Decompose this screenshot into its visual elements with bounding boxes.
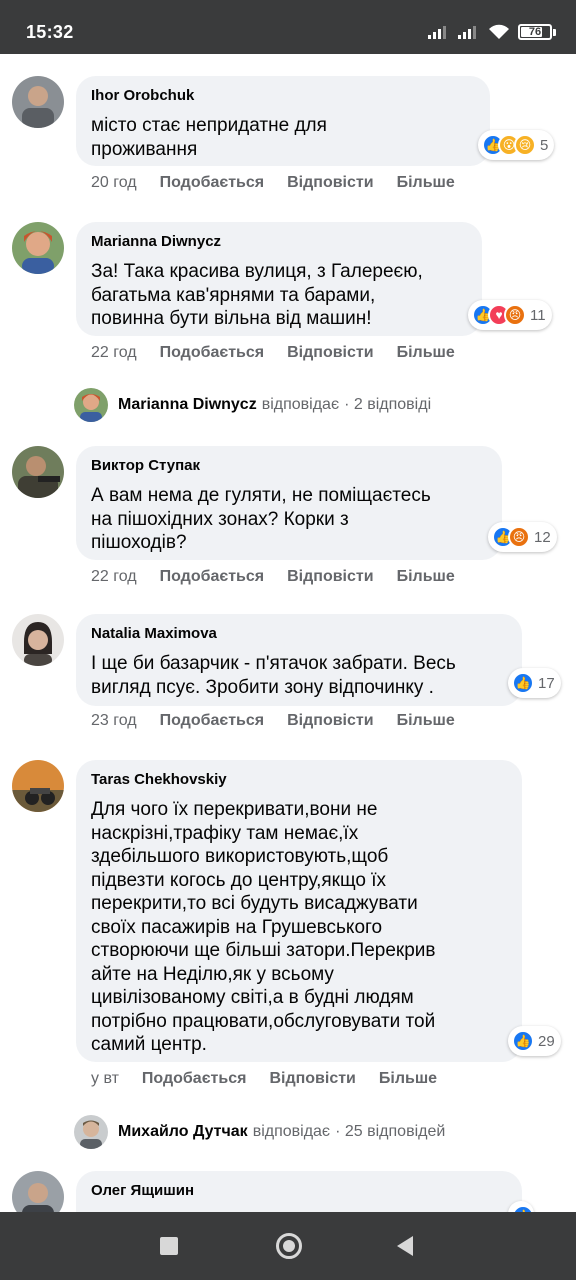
more-button[interactable]: Більше bbox=[397, 344, 455, 362]
comment-actions: 23 год Подобається Відповісти Більше bbox=[91, 712, 455, 730]
recent-apps-icon[interactable] bbox=[160, 1237, 178, 1255]
avatar[interactable] bbox=[12, 76, 64, 128]
reaction-count: 5 bbox=[540, 136, 549, 154]
replies-link[interactable]: Михайло Дутчак відповідає · 25 відповіде… bbox=[74, 1115, 445, 1149]
signal-icon bbox=[428, 26, 446, 39]
reply-button[interactable]: Відповісти bbox=[287, 712, 373, 730]
comment-author[interactable]: Natalia Maximova bbox=[91, 624, 507, 644]
like-button[interactable]: Подобається bbox=[160, 174, 265, 192]
reply-button[interactable]: Відповісти bbox=[287, 568, 373, 586]
reply-count: · 2 відповіді bbox=[344, 396, 432, 413]
comment-time[interactable]: 22 год bbox=[91, 344, 137, 362]
reactions[interactable]: 👍 ♥ 😠 11 bbox=[468, 300, 552, 330]
sad-reaction-icon: 😢 bbox=[514, 134, 536, 156]
status-bar: 15:32 76 bbox=[0, 0, 576, 54]
comment-bubble[interactable]: Marianna Diwnycz За! Така красива вулиця… bbox=[76, 222, 482, 336]
comment-bubble[interactable]: Taras Chekhovskiy Для чого їх перекриват… bbox=[76, 760, 522, 1062]
status-icons: 76 bbox=[428, 24, 556, 40]
reaction-count: 17 bbox=[538, 674, 555, 692]
comment-author[interactable]: Ihor Orobchuk bbox=[91, 86, 475, 106]
reply-avatar bbox=[74, 388, 108, 422]
reactions[interactable]: 👍 😮 😢 5 bbox=[478, 130, 555, 160]
reply-avatar bbox=[74, 1115, 108, 1149]
comment-time[interactable]: у вт bbox=[91, 1070, 119, 1088]
comment-actions: 20 год Подобається Відповісти Більше bbox=[91, 174, 455, 192]
reply-button[interactable]: Відповісти bbox=[269, 1070, 355, 1088]
comment-text: А вам нема де гуляти, не поміщаєтесь на … bbox=[91, 485, 431, 553]
avatar[interactable] bbox=[12, 446, 64, 498]
comment-bubble[interactable]: Виктор Ступак А вам нема де гуляти, не п… bbox=[76, 446, 502, 560]
like-reaction-icon: 👍 bbox=[512, 1205, 534, 1212]
battery-level: 76 bbox=[528, 26, 542, 38]
reply-author: Михайло Дутчак bbox=[118, 1123, 248, 1140]
comment-actions: 22 год Подобається Відповісти Більше bbox=[91, 568, 455, 586]
angry-reaction-icon: 😠 bbox=[504, 304, 526, 326]
like-reaction-icon: 👍 bbox=[512, 1030, 534, 1052]
like-button[interactable]: Подобається bbox=[160, 344, 265, 362]
more-button[interactable]: Більше bbox=[397, 712, 455, 730]
navigation-bar bbox=[0, 1212, 576, 1280]
battery-icon: 76 bbox=[518, 24, 556, 40]
reply-button[interactable]: Відповісти bbox=[287, 344, 373, 362]
comment-bubble[interactable]: Natalia Maximova І ще би базарчик - п'ят… bbox=[76, 614, 522, 706]
wifi-icon bbox=[489, 24, 509, 39]
comment-actions: у вт Подобається Відповісти Більше bbox=[91, 1070, 437, 1088]
comment-text: І ще би базарчик - п'ятачок забрати. Вес… bbox=[91, 653, 456, 698]
like-reaction-icon: 👍 bbox=[512, 672, 534, 694]
comments-feed[interactable]: Ihor Orobchuk місто стає непридатне для … bbox=[0, 54, 576, 1212]
reaction-count: 11 bbox=[530, 306, 546, 324]
reactions[interactable]: 👍 29 bbox=[508, 1026, 561, 1056]
reactions[interactable]: 👍 😠 12 bbox=[488, 522, 557, 552]
angry-reaction-icon: 😠 bbox=[508, 526, 530, 548]
reaction-count: 12 bbox=[534, 528, 551, 546]
avatar[interactable] bbox=[12, 222, 64, 274]
comment-author[interactable]: Олег Ящишин bbox=[91, 1181, 507, 1201]
comment-time[interactable]: 22 год bbox=[91, 568, 137, 586]
comment-actions: 22 год Подобається Відповісти Більше bbox=[91, 344, 455, 362]
clock: 15:32 bbox=[26, 22, 74, 42]
home-icon[interactable] bbox=[276, 1233, 302, 1259]
comment-author[interactable]: Виктор Ступак bbox=[91, 456, 487, 476]
back-icon[interactable] bbox=[397, 1236, 413, 1256]
reaction-count: 29 bbox=[538, 1032, 555, 1050]
comment-author[interactable]: Marianna Diwnycz bbox=[91, 232, 467, 252]
reply-count: · 25 відповідей bbox=[335, 1123, 446, 1140]
like-button[interactable]: Подобається bbox=[160, 712, 265, 730]
comment-text: місто стає непридатне для проживання bbox=[91, 115, 327, 160]
comment-bubble[interactable]: Ihor Orobchuk місто стає непридатне для … bbox=[76, 76, 490, 166]
signal-icon-2 bbox=[458, 26, 476, 39]
comment-time[interactable]: 23 год bbox=[91, 712, 137, 730]
like-button[interactable]: Подобається bbox=[160, 568, 265, 586]
reply-verb: відповідає bbox=[252, 1123, 331, 1140]
avatar[interactable] bbox=[12, 1171, 64, 1212]
more-button[interactable]: Більше bbox=[397, 174, 455, 192]
reactions[interactable]: 👍 17 bbox=[508, 668, 561, 698]
comment-bubble[interactable]: Олег Ящишин bbox=[76, 1171, 522, 1212]
reply-author: Marianna Diwnycz bbox=[118, 396, 257, 413]
avatar[interactable] bbox=[12, 614, 64, 666]
reply-button[interactable]: Відповісти bbox=[287, 174, 373, 192]
more-button[interactable]: Більше bbox=[397, 568, 455, 586]
comment-text: За! Така красива вулиця, з Галереєю, баг… bbox=[91, 261, 423, 329]
comment-text: Для чого їх перекривати,вони не наскрізн… bbox=[91, 799, 436, 1055]
more-button[interactable]: Більше bbox=[379, 1070, 437, 1088]
avatar[interactable] bbox=[12, 760, 64, 812]
comment-time[interactable]: 20 год bbox=[91, 174, 137, 192]
replies-link[interactable]: Marianna Diwnycz відповідає · 2 відповід… bbox=[74, 388, 431, 422]
reply-verb: відповідає bbox=[261, 396, 340, 413]
comment-author[interactable]: Taras Chekhovskiy bbox=[91, 770, 507, 790]
like-button[interactable]: Подобається bbox=[142, 1070, 247, 1088]
